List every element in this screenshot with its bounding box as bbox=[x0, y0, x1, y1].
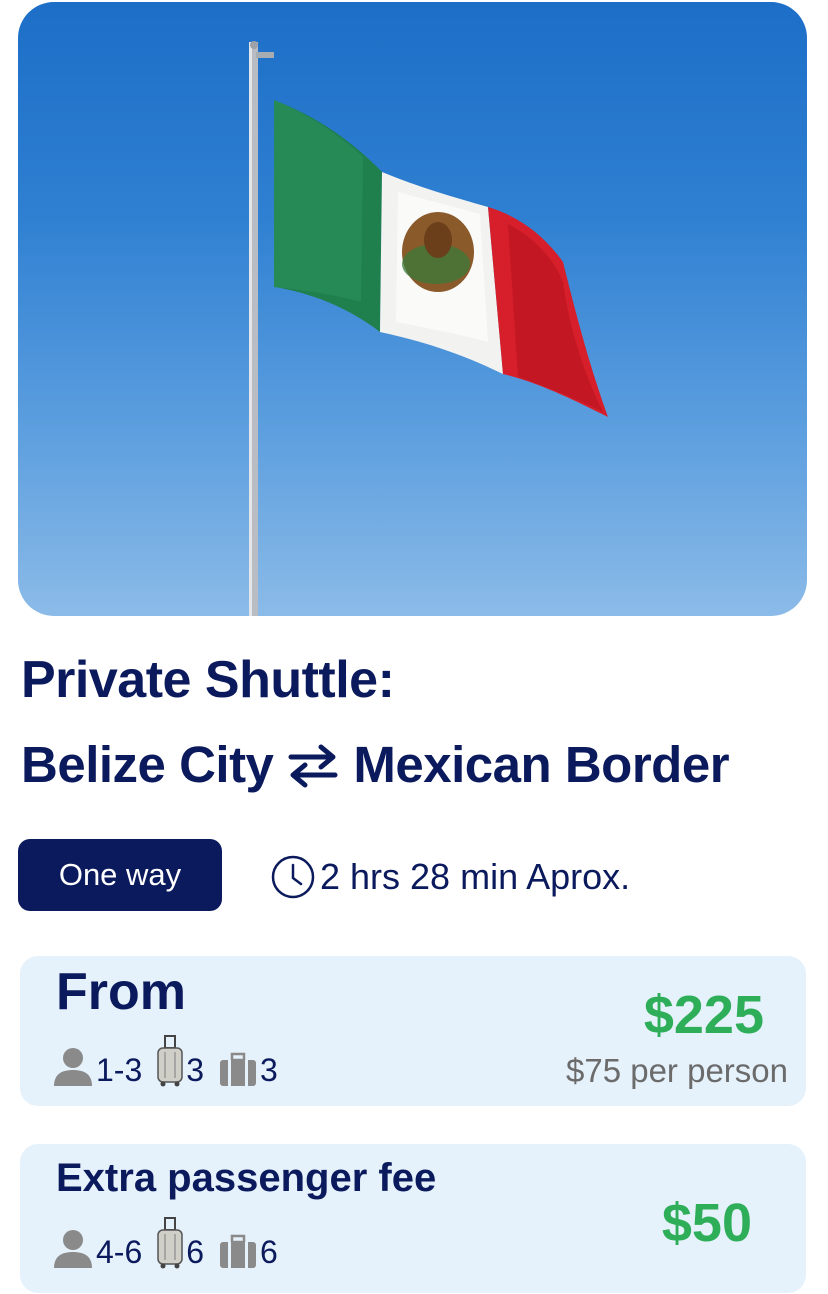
per-person-price: $75 per person bbox=[566, 1052, 788, 1089]
bag-icon bbox=[220, 1052, 257, 1086]
trip-duration: 2 hrs 28 min Aprox. bbox=[270, 852, 630, 902]
extra-passenger-card[interactable]: Extra passenger fee 4-6 6 6 $50 bbox=[20, 1144, 806, 1293]
extra-passenger-price: $50 bbox=[661, 1193, 752, 1253]
page-title: Private Shuttle: bbox=[21, 651, 395, 709]
suitcase-count: 3 bbox=[186, 1052, 205, 1088]
clock-icon bbox=[271, 855, 315, 899]
hero-image bbox=[18, 2, 807, 616]
duration-text: 2 hrs 28 min Aprox. bbox=[320, 856, 631, 897]
person-icon bbox=[54, 1048, 92, 1086]
mexican-flag-illustration bbox=[249, 41, 608, 616]
suitcase-count: 6 bbox=[186, 1234, 205, 1270]
extra-passenger-label: Extra passenger fee bbox=[56, 1156, 437, 1200]
suitcase-icon bbox=[157, 1035, 183, 1087]
person-icon bbox=[54, 1230, 92, 1268]
base-fare-capacity: 1-3 3 3 bbox=[52, 1034, 292, 1088]
one-way-button[interactable]: One way bbox=[18, 839, 222, 911]
route-title: Belize City Mexican Border bbox=[21, 735, 730, 794]
extra-passenger-capacity: 4-6 6 6 bbox=[52, 1216, 292, 1270]
swap-arrows-icon bbox=[285, 741, 341, 789]
passenger-count: 4-6 bbox=[96, 1234, 143, 1270]
base-price: $225 bbox=[643, 985, 764, 1045]
origin-label: Belize City bbox=[21, 736, 274, 793]
base-fare-card[interactable]: From 1-3 3 3 $225 $75 per person bbox=[20, 956, 806, 1106]
bag-icon bbox=[220, 1234, 257, 1268]
base-fare-label: From bbox=[56, 963, 186, 1021]
bag-count: 3 bbox=[260, 1052, 278, 1088]
bag-count: 6 bbox=[260, 1234, 278, 1270]
passenger-count: 1-3 bbox=[96, 1052, 143, 1088]
destination-label: Mexican Border bbox=[353, 736, 730, 793]
suitcase-icon bbox=[157, 1217, 183, 1269]
